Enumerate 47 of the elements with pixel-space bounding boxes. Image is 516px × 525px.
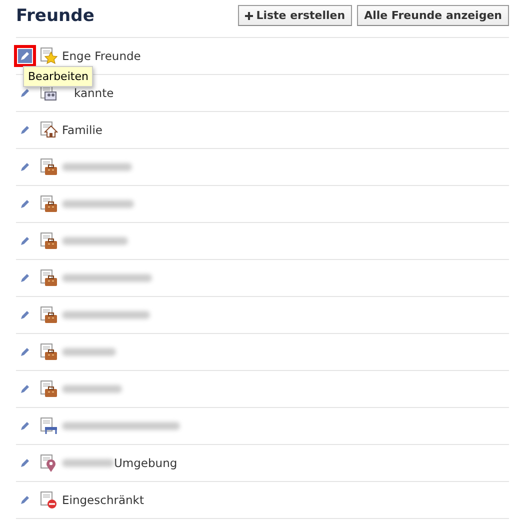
pencil-icon — [20, 458, 30, 468]
page-title: Freunde — [16, 6, 94, 26]
edit-button[interactable] — [18, 308, 32, 322]
pencil-icon — [20, 199, 30, 209]
pencil-icon — [20, 162, 30, 172]
briefcase-list-icon — [40, 232, 58, 250]
edit-button[interactable] — [18, 197, 32, 211]
briefcase-list-icon — [40, 195, 58, 213]
pencil-icon — [20, 125, 30, 135]
briefcase-list-icon — [40, 158, 58, 176]
pencil-icon — [20, 236, 30, 246]
briefcase-list-icon — [40, 306, 58, 324]
pencil-icon — [20, 347, 30, 357]
header-button[interactable]: Alle Freunde anzeigen — [357, 5, 509, 26]
edit-button[interactable] — [18, 86, 32, 100]
pencil-icon — [20, 384, 30, 394]
list-name[interactable]: Enge Freunde — [62, 49, 141, 63]
pencil-icon — [20, 495, 30, 505]
pencil-icon — [20, 310, 30, 320]
tooltip: Bearbeiten — [23, 66, 94, 87]
pencil-icon — [20, 421, 30, 431]
plus-icon — [245, 12, 254, 20]
edit-button[interactable] — [18, 382, 32, 396]
edit-button[interactable] — [18, 123, 32, 137]
edit-button[interactable] — [18, 345, 32, 359]
list-name[interactable]: Eingeschränkt — [62, 493, 144, 507]
edit-button[interactable] — [18, 234, 32, 248]
list-name[interactable]: Familie — [62, 123, 102, 137]
edit-button[interactable] — [18, 49, 32, 63]
edit-button[interactable] — [18, 271, 32, 285]
restricted-list-icon — [40, 491, 58, 509]
pencil-icon — [20, 88, 30, 98]
list-name[interactable]: Umgebung — [114, 456, 178, 470]
edit-button[interactable] — [18, 456, 32, 470]
house-list-icon — [40, 121, 58, 139]
list-name[interactable]: kannte — [74, 86, 114, 100]
star-list-icon — [40, 47, 58, 65]
header-button[interactable]: Liste erstellen — [238, 5, 352, 26]
edit-button[interactable] — [18, 160, 32, 174]
briefcase-list-icon — [40, 343, 58, 361]
edit-button[interactable] — [18, 493, 32, 507]
pencil-icon — [20, 51, 30, 61]
briefcase-list-icon — [40, 380, 58, 398]
edit-button[interactable] — [18, 419, 32, 433]
pencil-icon — [20, 273, 30, 283]
briefcase-list-icon — [40, 269, 58, 287]
pin-list-icon — [40, 454, 58, 472]
